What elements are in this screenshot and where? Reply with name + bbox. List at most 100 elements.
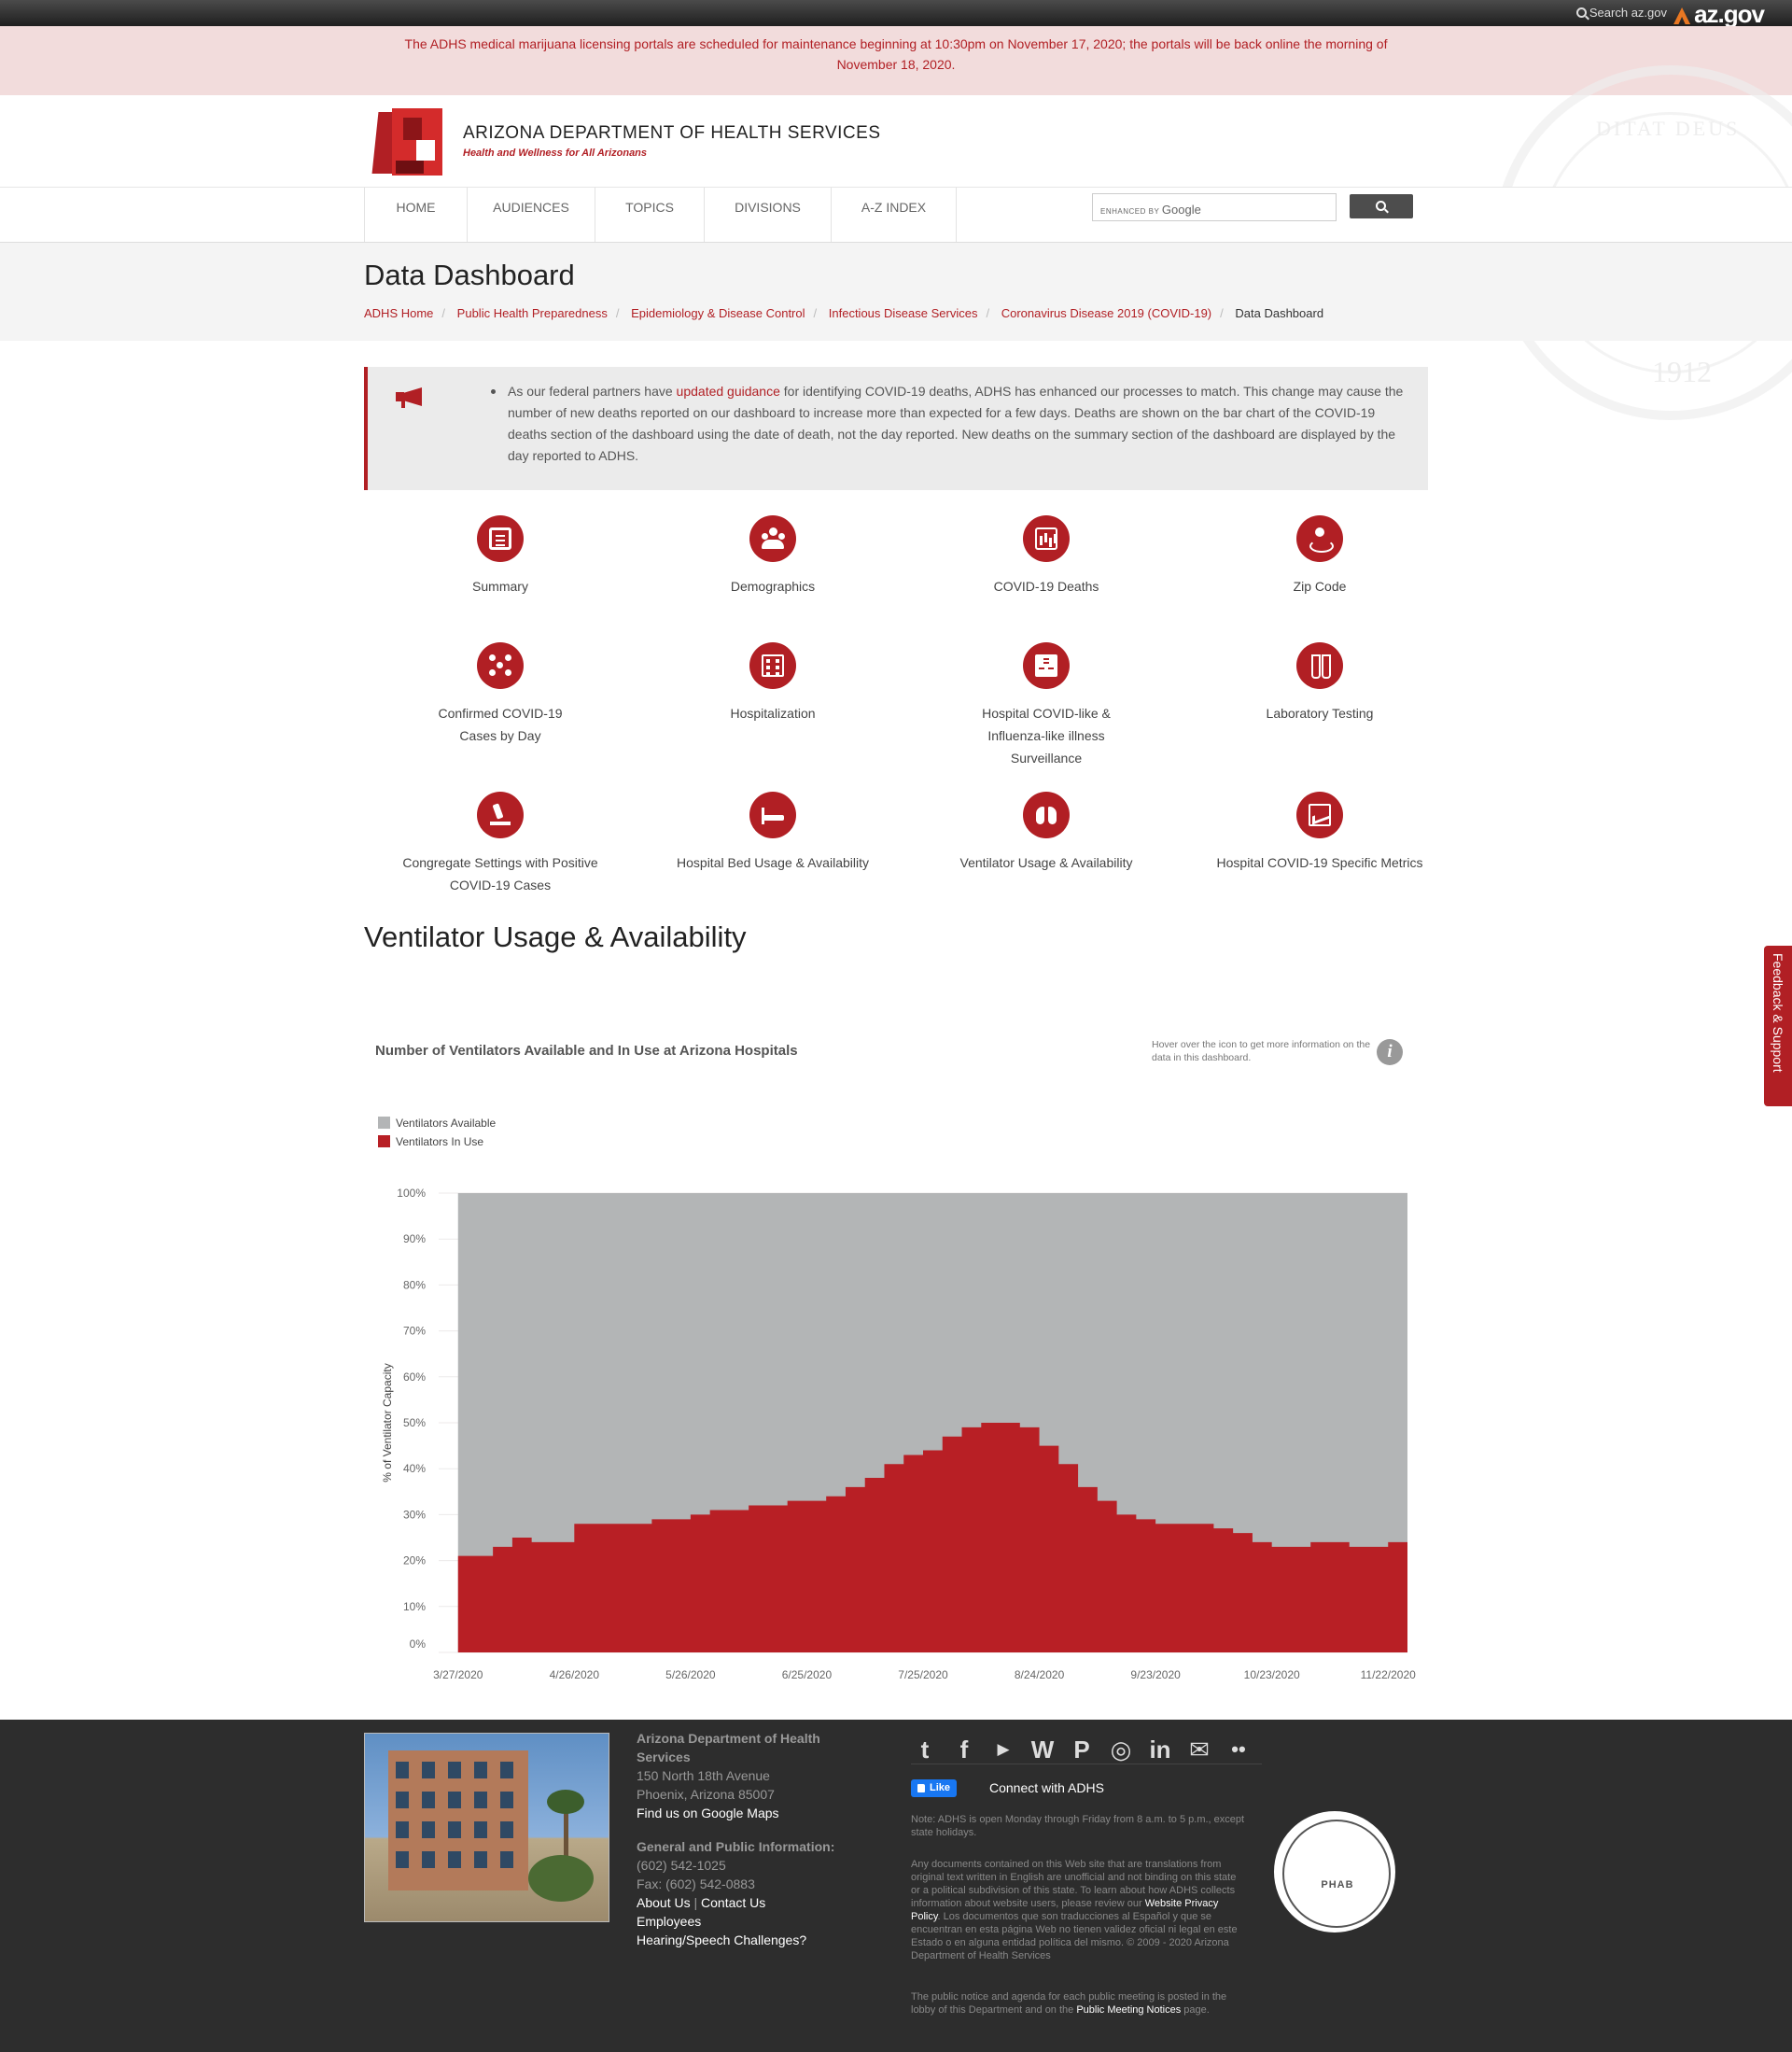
- tile-hospital-bed-usage[interactable]: Hospital Bed Usage & Availability: [637, 792, 909, 874]
- y-tick-label: 50%: [403, 1416, 426, 1429]
- legend-item-available[interactable]: Ventilators Available: [378, 1114, 496, 1132]
- top-bar: Search az.gov az.gov: [0, 0, 1792, 29]
- notice-text: As our federal partners have updated gui…: [491, 381, 1411, 467]
- youtube-icon[interactable]: ▶: [989, 1736, 1017, 1764]
- nav-audiences[interactable]: AUDIENCES: [468, 188, 595, 242]
- microscope-icon: [489, 804, 511, 826]
- tile-label: Zip Code: [1293, 579, 1347, 594]
- page-header: Data Dashboard ADHS Home / Public Health …: [0, 243, 1792, 341]
- social-links: t f ▶ W P ◎ in ✉ ••: [911, 1733, 1262, 1764]
- y-tick-label: 90%: [403, 1232, 426, 1245]
- azgov-logo-link[interactable]: az.gov: [1673, 0, 1765, 29]
- about-us-link[interactable]: About Us: [637, 1895, 691, 1910]
- hospital-bed-icon: [762, 804, 784, 826]
- nav-home[interactable]: HOME: [365, 188, 468, 242]
- employees-link[interactable]: Employees: [637, 1914, 701, 1929]
- tile-ili-surveillance[interactable]: Hospital COVID-like & Influenza-like ill…: [910, 642, 1183, 769]
- y-tick-label: 10%: [403, 1600, 426, 1613]
- tile-summary[interactable]: Summary: [364, 515, 637, 597]
- twitter-icon[interactable]: t: [911, 1736, 939, 1764]
- flickr-icon[interactable]: ••: [1225, 1736, 1253, 1764]
- nav-topics[interactable]: TOPICS: [595, 188, 705, 242]
- azgov-search-label: Search az.gov: [1589, 6, 1667, 20]
- book-icon: [489, 527, 511, 550]
- legend-item-in-use[interactable]: Ventilators In Use: [378, 1132, 496, 1151]
- breadcrumb-covid-19[interactable]: Coronavirus Disease 2019 (COVID-19): [1001, 306, 1211, 320]
- y-tick-label: 30%: [403, 1508, 426, 1521]
- tile-label: Hospital COVID-19 Specific Metrics: [1216, 855, 1423, 870]
- y-tick-label: 80%: [403, 1278, 426, 1291]
- public-meeting-notices-link[interactable]: Public Meeting Notices: [1076, 2004, 1181, 2016]
- facebook-like-button[interactable]: Like: [911, 1779, 957, 1797]
- pinterest-icon[interactable]: P: [1068, 1736, 1096, 1764]
- updated-guidance-link[interactable]: updated guidance: [677, 384, 780, 399]
- tile-congregate-settings[interactable]: Congregate Settings with Positive COVID-…: [364, 792, 637, 896]
- y-tick-label: 60%: [403, 1370, 426, 1384]
- info-icon[interactable]: i: [1377, 1039, 1403, 1065]
- chart-legend: Ventilators Available Ventilators In Use: [378, 1114, 496, 1151]
- search-enhanced-label: ENHANCED BY: [1100, 207, 1160, 216]
- search-button[interactable]: [1350, 194, 1413, 218]
- nav-divisions[interactable]: DIVISIONS: [705, 188, 832, 242]
- footer-info-heading: General and Public Information:: [637, 1839, 835, 1854]
- maintenance-alert-text: The ADHS medical marijuana licensing por…: [404, 36, 1388, 72]
- hearing-speech-link[interactable]: Hearing/Speech Challenges?: [637, 1933, 806, 1947]
- connect-label: Connect with ADHS: [989, 1780, 1104, 1795]
- hours-note: Note: ADHS is open Monday through Friday…: [911, 1814, 1245, 1838]
- tile-zip-code[interactable]: Zip Code: [1183, 515, 1456, 597]
- tile-label: Ventilator Usage & Availability: [959, 855, 1133, 870]
- tile-label: Hospital COVID-like & Influenza-like ill…: [982, 706, 1111, 766]
- page-title: Data Dashboard: [364, 259, 575, 291]
- azgov-logo-icon: [1673, 7, 1691, 24]
- deaths-guidance-notice: As our federal partners have updated gui…: [364, 367, 1428, 490]
- wordpress-icon[interactable]: W: [1029, 1736, 1057, 1764]
- ventilator-chart[interactable]: 0% 10% 20% 30% 40% 50% 60% 70% 80% 90% 100% % of Ve…: [364, 1176, 1428, 1690]
- seal-motto: DITAT DEUS: [1596, 117, 1741, 140]
- tile-laboratory-testing[interactable]: Laboratory Testing: [1183, 642, 1456, 724]
- email-icon[interactable]: ✉: [1185, 1736, 1213, 1764]
- azgov-search-link[interactable]: Search az.gov: [1575, 6, 1667, 20]
- breadcrumb-public-health-preparedness[interactable]: Public Health Preparedness: [457, 306, 608, 320]
- main-nav-bar: HOME AUDIENCES TOPICS DIVISIONS A-Z INDE…: [0, 187, 1792, 243]
- bar-chart-icon: [1035, 527, 1057, 550]
- adhs-building-photo: [364, 1733, 609, 1922]
- tile-hospitalization[interactable]: Hospitalization: [637, 642, 909, 724]
- x-tick-label: 7/25/2020: [898, 1668, 948, 1681]
- x-tick-label: 4/26/2020: [550, 1668, 600, 1681]
- tile-label: Summary: [472, 579, 528, 594]
- building-icon: [1035, 654, 1057, 677]
- feedback-support-tab[interactable]: Feedback & Support: [1764, 946, 1792, 1106]
- instagram-icon[interactable]: ◎: [1107, 1736, 1135, 1764]
- linkedin-icon[interactable]: in: [1146, 1736, 1174, 1764]
- adhs-logo[interactable]: [371, 108, 442, 176]
- search-icon: [1575, 7, 1587, 18]
- section-title: Ventilator Usage & Availability: [364, 921, 747, 953]
- trend-chart-icon: [1309, 804, 1331, 826]
- tile-cases-by-day[interactable]: Confirmed COVID-19 Cases by Day: [364, 642, 637, 747]
- tile-covid-deaths[interactable]: COVID-19 Deaths: [910, 515, 1183, 597]
- tile-label: Hospitalization: [730, 706, 816, 721]
- google-search-input[interactable]: ENHANCED BY Google: [1092, 193, 1337, 221]
- tile-hospital-specific-metrics[interactable]: Hospital COVID-19 Specific Metrics: [1183, 792, 1456, 874]
- phab-accreditation-seal: PHAB: [1274, 1811, 1395, 1933]
- breadcrumb: ADHS Home / Public Health Preparedness / E…: [364, 306, 1324, 320]
- feedback-label: Feedback & Support: [1771, 953, 1785, 1073]
- org-name: ARIZONA DEPARTMENT OF HEALTH SERVICES: [463, 123, 881, 143]
- contact-us-link[interactable]: Contact Us: [701, 1895, 765, 1910]
- google-maps-link[interactable]: Find us on Google Maps: [637, 1806, 779, 1820]
- tile-demographics[interactable]: Demographics: [637, 515, 909, 597]
- nav-az-index[interactable]: A-Z INDEX: [832, 188, 957, 242]
- people-icon: [762, 527, 784, 550]
- legend-label-available: Ventilators Available: [396, 1117, 497, 1130]
- tile-ventilator-usage[interactable]: Ventilator Usage & Availability: [910, 792, 1183, 874]
- site-footer: Arizona Department of Health Services 15…: [0, 1720, 1792, 2052]
- legend-label-in-use: Ventilators In Use: [396, 1135, 484, 1148]
- tile-label: Demographics: [730, 579, 816, 594]
- y-tick-label: 100%: [397, 1187, 426, 1200]
- public-meeting-note: The public notice and agenda for each pu…: [911, 1991, 1227, 2016]
- breadcrumb-epidemiology[interactable]: Epidemiology & Disease Control: [631, 306, 805, 320]
- breadcrumb-adhs-home[interactable]: ADHS Home: [364, 306, 433, 320]
- footer-street: 150 North 18th Avenue: [637, 1768, 770, 1783]
- breadcrumb-infectious-disease[interactable]: Infectious Disease Services: [829, 306, 978, 320]
- facebook-icon[interactable]: f: [950, 1736, 978, 1764]
